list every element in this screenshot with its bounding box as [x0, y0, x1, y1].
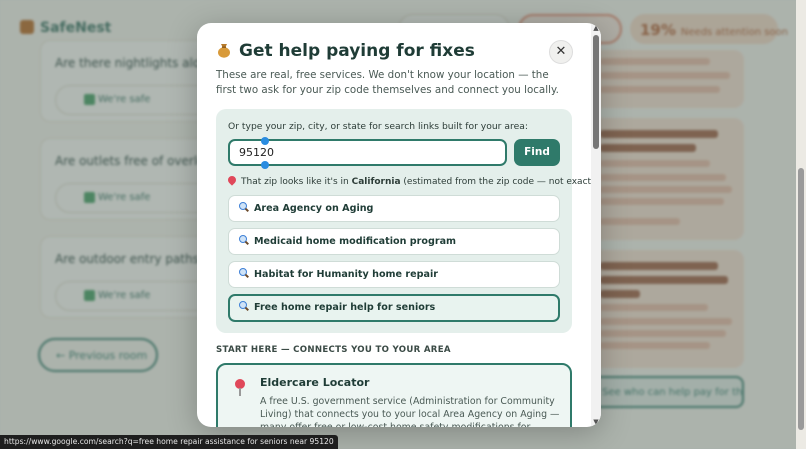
- zip-note-state: California: [351, 177, 401, 187]
- find-button[interactable]: Find: [514, 139, 560, 166]
- scroll-up-arrow-icon[interactable]: ▲: [592, 24, 600, 32]
- zip-location-note: That zip looks like it's in California (…: [226, 174, 598, 187]
- search-panel: Or type your zip, city, or state for sea…: [216, 109, 597, 333]
- search-link-label: Free home repair help for seniors: [254, 302, 436, 313]
- eldercare-description: A free U.S. government service (Administ…: [260, 396, 560, 427]
- money-bag-icon: [217, 42, 231, 58]
- dialog-scrollbar[interactable]: ▲ ▼: [591, 23, 601, 427]
- dialog-title-text: Get help paying for fixes: [239, 41, 475, 61]
- selection-handle[interactable]: [261, 161, 269, 169]
- help-paying-dialog: Get help paying for fixes ✕ These are re…: [197, 23, 601, 427]
- zip-input[interactable]: [228, 139, 507, 166]
- dialog-title: Get help paying for fixes: [217, 41, 475, 61]
- pushpin-icon: [235, 379, 245, 396]
- search-link-free-repair[interactable]: Free home repair help for seniors: [228, 294, 560, 322]
- search-link-area-agency[interactable]: Area Agency on Aging: [228, 195, 560, 222]
- location-pin-icon: [226, 174, 238, 186]
- link-status-bar: https://www.google.com/search?q=free hom…: [0, 435, 338, 449]
- search-link-label: Area Agency on Aging: [254, 203, 374, 214]
- search-link-label: Medicaid home modification program: [254, 236, 457, 247]
- search-link-label: Habitat for Humanity home repair: [254, 269, 438, 280]
- zip-note-suffix: (estimated from the zip code — not exact…: [400, 177, 598, 187]
- eldercare-locator-card[interactable]: Eldercare Locator A free U.S. government…: [216, 363, 572, 427]
- selection-handle[interactable]: [261, 137, 269, 145]
- section-heading: START HERE — CONNECTS YOU TO YOUR AREA: [216, 345, 451, 355]
- dialog-subtitle: These are real, free services. We don't …: [216, 69, 559, 96]
- search-icon: [239, 301, 249, 311]
- search-icon: [239, 268, 249, 278]
- scroll-down-arrow-icon[interactable]: ▼: [592, 418, 600, 426]
- search-label: Or type your zip, city, or state for sea…: [228, 121, 528, 132]
- search-link-medicaid[interactable]: Medicaid home modification program: [228, 228, 560, 255]
- eldercare-title: Eldercare Locator: [260, 376, 370, 389]
- page-scrollbar-thumb[interactable]: [798, 168, 804, 430]
- page-scrollbar[interactable]: [796, 0, 806, 449]
- close-button[interactable]: ✕: [549, 40, 573, 64]
- search-icon: [239, 235, 249, 245]
- search-icon: [239, 202, 249, 212]
- dialog-scrollbar-thumb[interactable]: [593, 35, 599, 149]
- search-link-habitat[interactable]: Habitat for Humanity home repair: [228, 261, 560, 288]
- zip-note-prefix: That zip looks like it's in: [241, 177, 352, 187]
